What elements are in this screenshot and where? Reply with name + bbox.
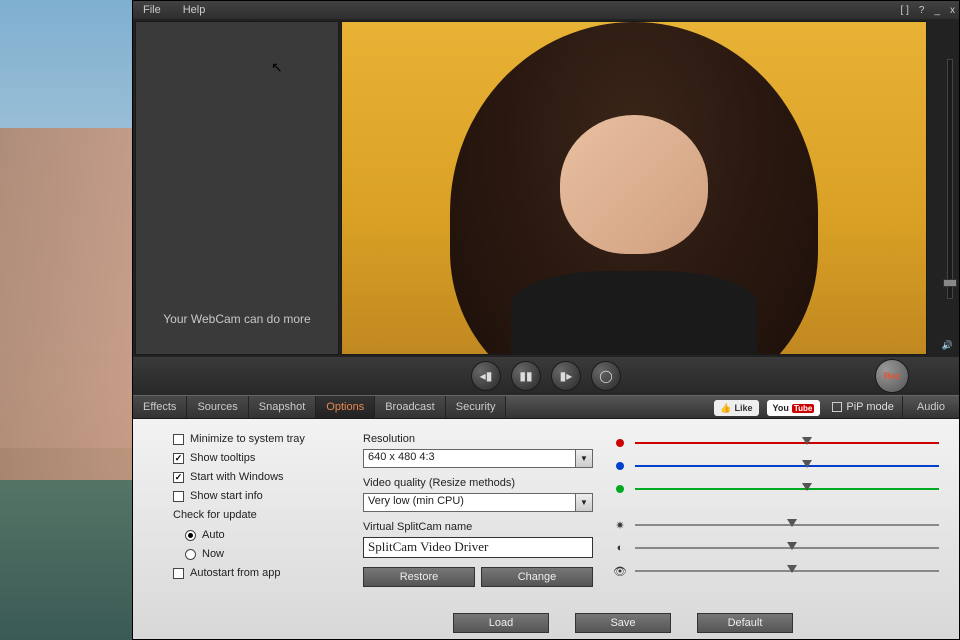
checkbox-icon [832, 402, 842, 412]
window-help-button[interactable]: ? [919, 5, 925, 16]
volume-slider[interactable] [947, 59, 953, 299]
youtube-badge[interactable]: YouTube [767, 400, 821, 416]
window-bracket-button[interactable]: [ ] [901, 5, 909, 16]
window-minimize-button[interactable]: _ [934, 5, 940, 16]
speaker-icon: 🔊 [942, 340, 953, 351]
contrast-icon: ◐ [613, 542, 627, 554]
quality-label: Video quality (Resize methods) [363, 477, 593, 489]
tab-broadcast[interactable]: Broadcast [375, 396, 446, 418]
tabs-bar: Effects Sources Snapshot Options Broadca… [133, 395, 959, 419]
gamma-slider[interactable] [635, 570, 939, 572]
tab-effects[interactable]: Effects [133, 396, 187, 418]
virtual-name-label: Virtual SplitCam name [363, 521, 593, 533]
video-preview[interactable] [341, 21, 927, 355]
brightness-slider[interactable] [635, 524, 939, 526]
volume-area: 🔊 [929, 19, 959, 357]
red-dot-icon [616, 439, 624, 447]
resolution-label: Resolution [363, 433, 593, 445]
minimize-tray-checkbox[interactable]: Minimize to system tray [173, 433, 343, 445]
resolution-select[interactable]: 640 x 480 4:3▼ [363, 449, 593, 468]
tab-options[interactable]: Options [316, 396, 375, 418]
gamma-icon: 👁 [613, 565, 627, 578]
blue-slider[interactable] [635, 465, 939, 467]
tab-audio[interactable]: Audio [902, 396, 959, 418]
contrast-slider[interactable] [635, 547, 939, 549]
quality-select[interactable]: Very low (min CPU)▼ [363, 493, 593, 512]
blue-dot-icon [616, 462, 624, 470]
update-now-radio[interactable]: Now [173, 548, 343, 560]
titlebar: File Help [ ] ? _ x [133, 1, 959, 19]
save-button[interactable]: Save [575, 613, 671, 633]
pip-mode-checkbox[interactable]: PiP mode [832, 396, 894, 418]
load-button[interactable]: Load [453, 613, 549, 633]
start-with-windows-checkbox[interactable]: ✓Start with Windows [173, 471, 343, 483]
volume-knob[interactable] [943, 279, 957, 287]
check-update-label: Check for update [173, 509, 343, 521]
show-tooltips-checkbox[interactable]: ✓Show tooltips [173, 452, 343, 464]
autostart-checkbox[interactable]: Autostart from app [173, 567, 343, 579]
change-button[interactable]: Change [481, 567, 593, 587]
restore-button[interactable]: Restore [363, 567, 475, 587]
red-slider[interactable] [635, 442, 939, 444]
options-panel: Minimize to system tray ✓Show tooltips ✓… [133, 419, 959, 639]
menu-file[interactable]: File [143, 4, 161, 16]
default-button[interactable]: Default [697, 613, 793, 633]
green-dot-icon [616, 485, 624, 493]
record-button[interactable]: Rec [875, 359, 909, 393]
like-badge[interactable]: 👍Like [714, 400, 758, 416]
tab-security[interactable]: Security [446, 396, 507, 418]
playback-controls: ◂▮ ▮▮ ▮▸ ◯ Rec [133, 357, 959, 395]
prev-button[interactable]: ◂▮ [471, 361, 501, 391]
window-close-button[interactable]: x [950, 5, 955, 16]
green-slider[interactable] [635, 488, 939, 490]
next-button[interactable]: ▮▸ [551, 361, 581, 391]
chevron-down-icon: ▼ [575, 494, 592, 511]
splitcam-window: File Help [ ] ? _ x Your WebCam can do m… [132, 0, 960, 640]
side-message: Your WebCam can do more [163, 312, 310, 326]
thumbs-up-icon: 👍 [720, 403, 731, 414]
chevron-down-icon: ▼ [575, 450, 592, 467]
snapshot-button[interactable]: ◯ [591, 361, 621, 391]
pause-button[interactable]: ▮▮ [511, 361, 541, 391]
virtual-name-input[interactable]: SplitCam Video Driver [363, 537, 593, 558]
side-panel: Your WebCam can do more [135, 21, 339, 355]
menu-help[interactable]: Help [183, 4, 206, 16]
brightness-icon: ✷ [613, 519, 627, 532]
tab-snapshot[interactable]: Snapshot [249, 396, 316, 418]
tab-sources[interactable]: Sources [187, 396, 248, 418]
update-auto-radio[interactable]: Auto [173, 529, 343, 541]
show-start-info-checkbox[interactable]: Show start info [173, 490, 343, 502]
